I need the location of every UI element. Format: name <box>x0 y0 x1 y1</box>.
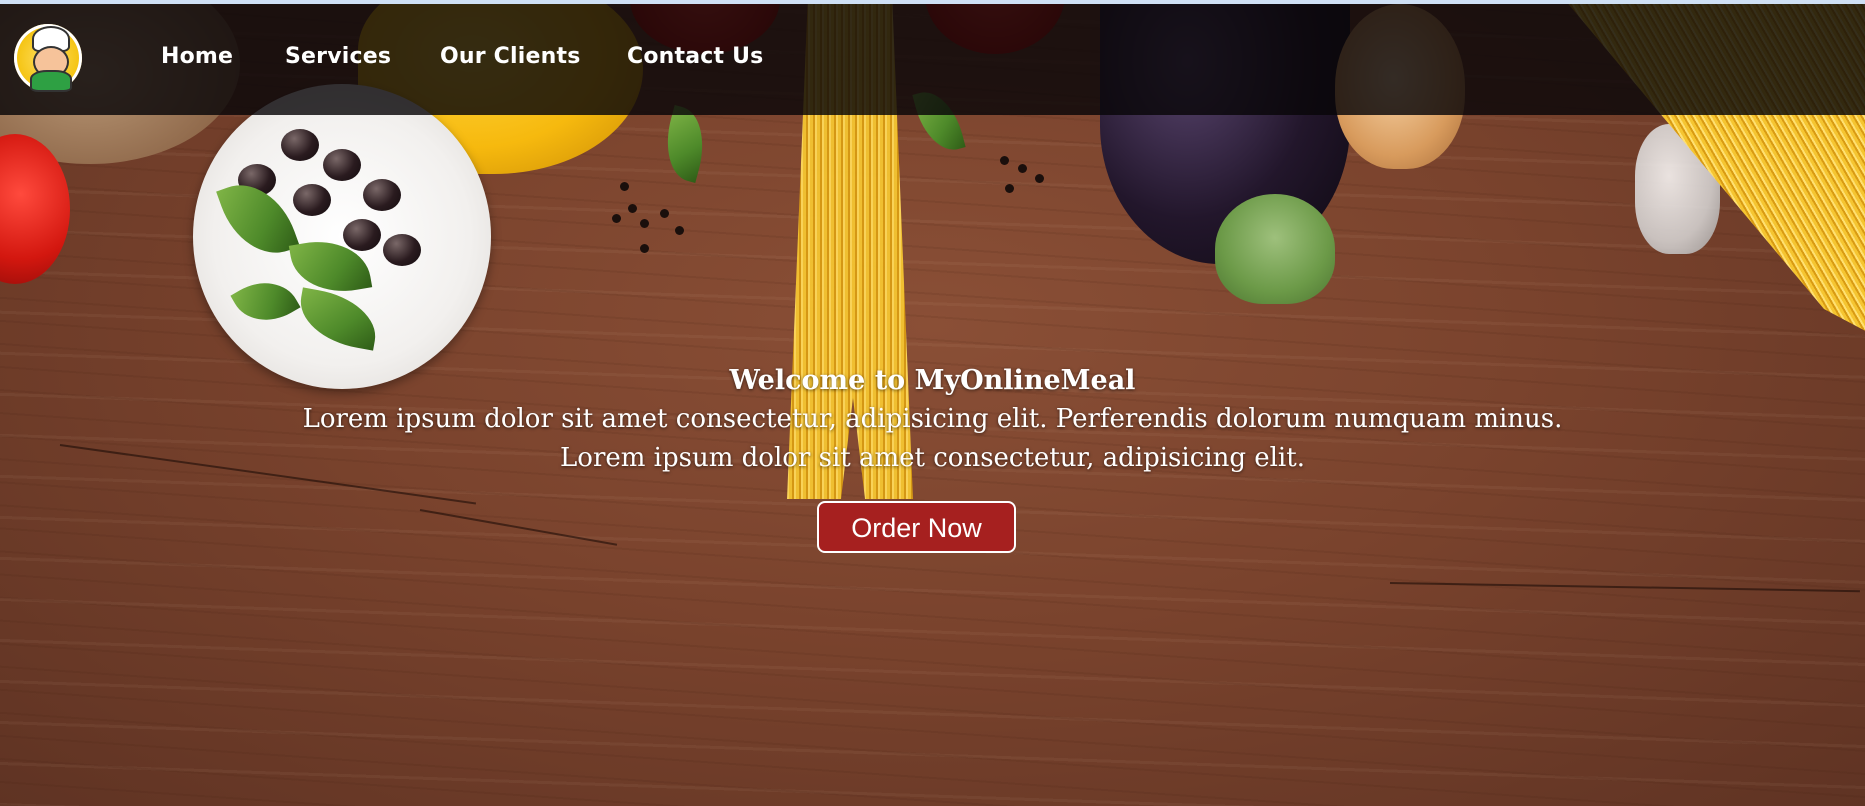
chef-body-shape <box>30 70 72 92</box>
peppercorn <box>640 244 649 253</box>
olive-plate-image <box>193 84 491 389</box>
peppercorn <box>628 204 637 213</box>
peppercorn <box>1005 184 1014 193</box>
hero-description-line-2: Lorem ipsum dolor sit amet consectetur, … <box>560 443 1305 473</box>
olive <box>293 184 331 216</box>
olive <box>323 149 361 181</box>
peppercorn <box>675 226 684 235</box>
nav-link-our-clients[interactable]: Our Clients <box>440 44 581 69</box>
peppercorn <box>1018 164 1027 173</box>
nav-link-contact-us[interactable]: Contact Us <box>627 44 763 69</box>
wood-crack <box>419 509 618 546</box>
peppercorn <box>1000 156 1009 165</box>
hero-title: Welcome to MyOnlineMeal <box>729 365 1136 396</box>
navbar: Home Services Our Clients Contact Us <box>0 4 1865 115</box>
peppercorn <box>620 182 629 191</box>
order-now-button[interactable]: Order Now <box>817 501 1016 553</box>
olive <box>363 179 401 211</box>
olive <box>343 219 381 251</box>
peppercorn <box>640 219 649 228</box>
olive <box>383 234 421 266</box>
olive <box>281 129 319 161</box>
peppercorn <box>660 209 669 218</box>
hero-description-line-1: Lorem ipsum dolor sit amet consectetur, … <box>302 404 1563 434</box>
basil-leaf <box>656 105 714 183</box>
wood-crack <box>1389 582 1860 593</box>
nav-link-home[interactable]: Home <box>161 44 233 69</box>
basil-leaf <box>230 268 301 335</box>
chef-logo-icon[interactable] <box>14 24 82 92</box>
basil-leaf <box>294 287 382 351</box>
eggplant-cap-image <box>1215 194 1335 304</box>
nav-link-services[interactable]: Services <box>285 44 391 69</box>
hero-section: Welcome to MyOnlineMeal Lorem ipsum dolo… <box>0 362 1865 478</box>
page: Home Services Our Clients Contact Us Wel… <box>0 0 1865 806</box>
peppercorn <box>1035 174 1044 183</box>
peppercorn <box>612 214 621 223</box>
